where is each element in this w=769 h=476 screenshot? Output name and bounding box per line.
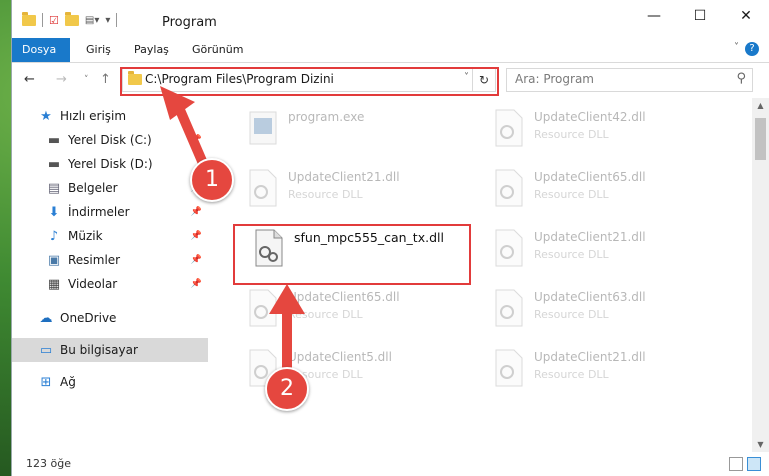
step-1-badge: 1 <box>190 158 234 202</box>
annotation-arrows <box>160 86 305 375</box>
arrow-2-head <box>269 284 305 314</box>
step-2-badge: 2 <box>265 367 309 411</box>
